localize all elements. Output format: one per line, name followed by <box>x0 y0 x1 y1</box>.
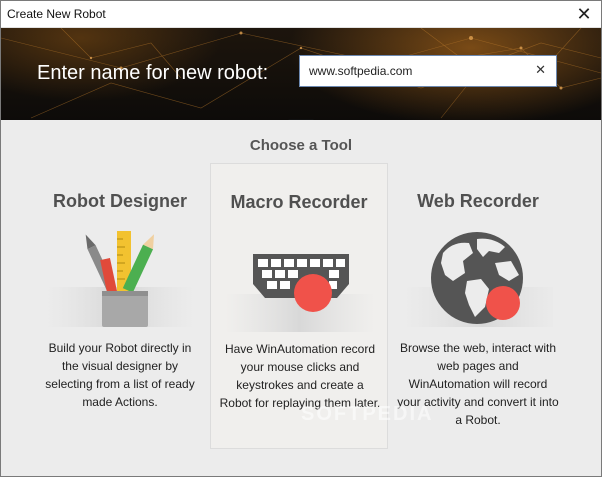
tool-description: Build your Robot directly in the visual … <box>45 341 195 409</box>
name-prompt-label: Enter name for new robot: <box>37 62 269 84</box>
close-button[interactable]: ✕ <box>567 1 601 27</box>
tool-description: Have WinAutomation record your mouse cli… <box>219 342 381 410</box>
window-title: Create New Robot <box>7 7 106 21</box>
tool-robot-designer[interactable]: Robot Designer Build your Robot directly… <box>31 163 209 449</box>
pencil-cup-icon <box>45 231 195 327</box>
name-header-banner: Enter name for new robot: ✕ <box>1 28 601 120</box>
tool-title: Macro Recorder <box>230 192 368 212</box>
title-bar: Create New Robot ✕ <box>1 1 601 28</box>
tool-chooser: Choose a Tool Robot Designer Build your … <box>1 120 601 476</box>
tool-title: Web Recorder <box>417 191 539 211</box>
robot-name-field[interactable]: ✕ <box>299 55 557 87</box>
keyboard-record-icon <box>225 254 375 332</box>
tool-title: Robot Designer <box>52 191 187 211</box>
robot-name-input[interactable] <box>300 56 520 86</box>
globe-record-icon <box>403 232 553 327</box>
create-robot-dialog: Create New Robot ✕ Enter name for new ro… <box>0 0 602 477</box>
choose-tool-heading: Choose a Tool <box>249 137 353 154</box>
clear-icon[interactable]: ✕ <box>535 62 546 78</box>
softpedia-watermark: SOFTPEDIA <box>301 403 434 425</box>
